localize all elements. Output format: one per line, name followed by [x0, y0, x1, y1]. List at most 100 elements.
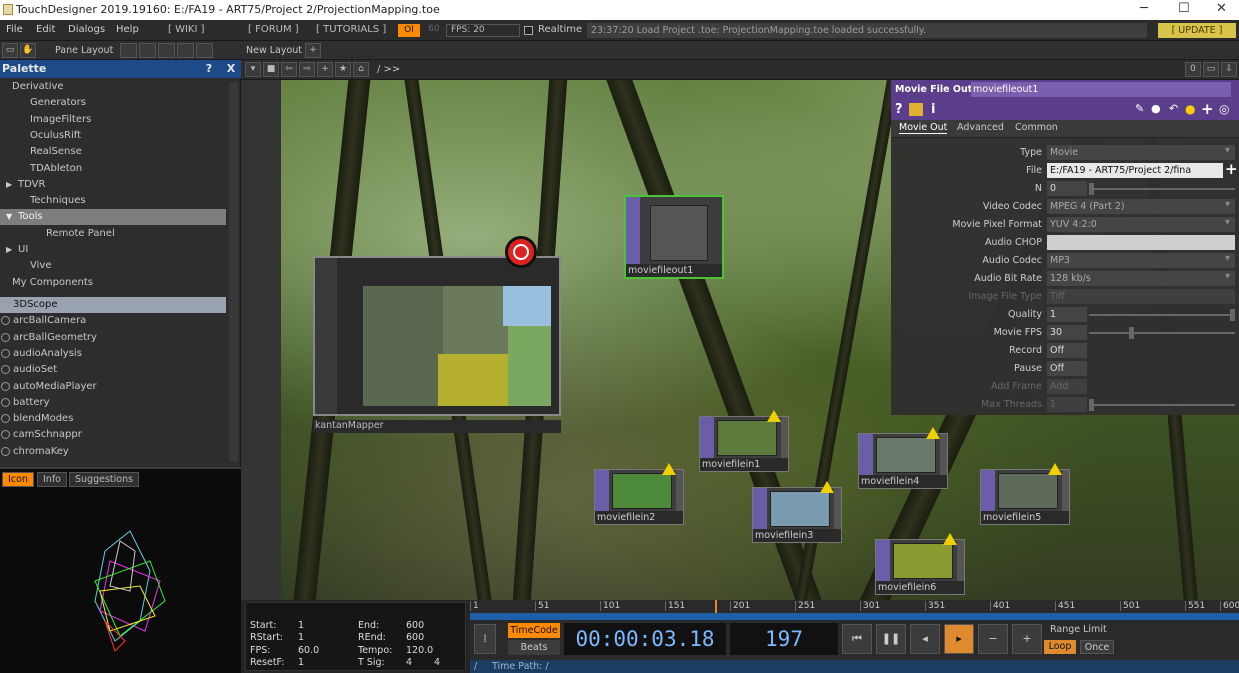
palette-component-item[interactable]: arcBallGeometry — [0, 330, 226, 346]
tab-advanced[interactable]: Advanced — [957, 122, 1004, 133]
palette-tree-item[interactable]: Remote Panel — [0, 226, 226, 242]
param-menu[interactable]: Movie — [1047, 145, 1235, 160]
rend-value[interactable]: 600 — [406, 632, 424, 643]
pane-icon[interactable]: ▭ — [2, 43, 18, 58]
resetf-value[interactable]: 1 — [298, 657, 304, 668]
menu-dialogs[interactable]: Dialogs — [68, 24, 105, 35]
close-window-icon[interactable]: ✕ — [1216, 1, 1227, 16]
param-slider[interactable] — [1089, 399, 1235, 411]
forward-icon[interactable]: ⇨ — [299, 62, 315, 77]
fps-60-button[interactable]: 60 — [424, 24, 444, 37]
time-path[interactable]: Time Path: / — [492, 660, 549, 673]
close-circle-icon[interactable] — [505, 236, 537, 268]
param-toggle[interactable]: Off — [1047, 343, 1087, 358]
layout-3-button[interactable] — [158, 43, 175, 58]
param-menu[interactable]: YUV 4:2:0 — [1047, 217, 1235, 232]
timecode-button[interactable]: TimeCode — [508, 623, 560, 638]
palette-component-item[interactable]: 3DScope — [0, 297, 226, 313]
tsig-denominator[interactable]: 4 — [434, 657, 440, 668]
param-slider[interactable] — [1089, 309, 1235, 321]
step-minus-button[interactable]: − — [978, 624, 1008, 654]
slider-handle[interactable] — [1089, 399, 1094, 411]
param-text-field[interactable] — [1047, 235, 1235, 250]
fps-value[interactable]: 60.0 — [298, 645, 319, 656]
param-op-name-field[interactable]: moviefileout1 — [971, 82, 1231, 97]
palette-tree-item[interactable]: ▼Derivative — [0, 79, 226, 95]
palette-component-item[interactable]: autoMediaPlayer — [0, 379, 226, 395]
expand-arrow-icon[interactable]: ▶ — [6, 177, 12, 193]
palette-tree-item[interactable]: Vive — [0, 258, 226, 274]
tab-suggestions[interactable]: Suggestions — [69, 472, 140, 487]
palette-close-button[interactable]: X — [222, 60, 240, 78]
menu-edit[interactable]: Edit — [36, 24, 55, 35]
window-icon[interactable]: ▭ — [1203, 62, 1219, 77]
realtime-checkbox[interactable] — [524, 26, 533, 35]
network-editor[interactable]: ▾ ■ ⇦ ⇨ + ★ ⌂ / >> 0 ▭ ⇩ kantanMapper mo… — [241, 60, 1239, 600]
palette-tree-item[interactable]: Techniques — [0, 193, 226, 209]
rstart-value[interactable]: 1 — [298, 632, 304, 643]
beats-button[interactable]: Beats — [508, 640, 560, 655]
forum-link[interactable]: [ FORUM ] — [248, 24, 299, 35]
oi-button[interactable]: OI — [398, 24, 420, 37]
moviefilein5-op[interactable]: moviefilein5 — [980, 469, 1070, 525]
expand-arrow-icon[interactable]: ▼ — [6, 209, 12, 225]
palette-component-item[interactable]: blendModes — [0, 411, 226, 427]
tab-common[interactable]: Common — [1015, 122, 1058, 133]
palette-component-item[interactable]: arcBallCamera — [0, 313, 226, 329]
network-path[interactable]: / >> — [377, 64, 400, 75]
param-menu[interactable]: MPEG 4 (Part 2) — [1047, 199, 1235, 214]
palette-tree-item[interactable]: ▶ UI — [0, 242, 226, 258]
python-icon[interactable] — [909, 103, 923, 116]
palette-tree-item[interactable]: Generators — [0, 95, 226, 111]
param-number-field[interactable]: 30 — [1047, 325, 1087, 340]
kantanmapper-op[interactable] — [313, 256, 561, 416]
layout-2-button[interactable] — [139, 43, 156, 58]
param-toggle[interactable]: Off — [1047, 361, 1087, 376]
rewind-button[interactable]: ⏮ — [842, 624, 872, 654]
palette-scrollbar[interactable] — [229, 82, 238, 462]
moviefilein6-op[interactable]: moviefilein6 — [875, 539, 965, 595]
param-slider[interactable] — [1089, 327, 1235, 339]
end-value[interactable]: 600 — [406, 620, 424, 631]
layout-5-button[interactable] — [196, 43, 213, 58]
add-param-icon[interactable]: + — [1201, 100, 1214, 118]
menu-file[interactable]: File — [6, 24, 23, 35]
timeline-toggle-button[interactable]: ⁞ — [474, 624, 496, 654]
pin-icon[interactable]: ⇩ — [1221, 62, 1237, 77]
palette-component-item[interactable]: audioAnalysis — [0, 346, 226, 362]
palette-component-item[interactable]: camSchnappr — [0, 427, 226, 443]
comment-icon[interactable]: ● — [1151, 102, 1161, 115]
palette-help-button[interactable]: ? — [200, 60, 218, 78]
slider-handle[interactable] — [1230, 309, 1235, 321]
current-frame-display[interactable]: 197 — [730, 623, 838, 655]
tab-info[interactable]: Info — [37, 472, 67, 487]
slider-handle[interactable] — [1129, 327, 1134, 339]
help-icon[interactable]: ? — [895, 102, 903, 117]
moviefilein3-op[interactable]: moviefilein3 — [752, 487, 842, 543]
hand-icon[interactable]: ✋ — [20, 43, 36, 58]
tutorials-link[interactable]: [ TUTORIALS ] — [316, 24, 386, 35]
fps-readout[interactable]: FPS: 20 — [446, 24, 520, 37]
moviefilein2-op[interactable]: moviefilein2 — [594, 469, 684, 525]
param-menu[interactable]: 128 kb/s — [1047, 271, 1235, 286]
param-menu[interactable]: MP3 — [1047, 253, 1235, 268]
browse-file-icon[interactable]: + — [1225, 160, 1238, 178]
moviefileout1-op[interactable]: moviefileout1 — [624, 195, 724, 279]
add-icon[interactable]: + — [317, 62, 333, 77]
palette-tree-item[interactable]: My Components — [0, 275, 226, 291]
moviefilein4-op[interactable]: moviefilein4 — [858, 433, 948, 489]
palette-component-item[interactable]: chromaKey — [0, 444, 226, 460]
start-value[interactable]: 1 — [298, 620, 304, 631]
palette-tree-item[interactable]: ▼ Tools — [0, 209, 226, 226]
layout-4-button[interactable] — [177, 43, 194, 58]
star-icon[interactable]: ★ — [335, 62, 351, 77]
menu-help[interactable]: Help — [116, 24, 139, 35]
palette-tree-item[interactable]: RealSense — [0, 144, 226, 160]
play-button[interactable]: ▸ — [944, 624, 974, 654]
home-icon[interactable]: ⌂ — [353, 62, 369, 77]
slider-handle[interactable] — [1089, 183, 1094, 195]
tempo-value[interactable]: 120.0 — [406, 645, 433, 656]
palette-tree-item[interactable]: ▶ TDVR — [0, 177, 226, 193]
zero-icon[interactable]: 0 — [1185, 62, 1201, 77]
playhead[interactable] — [715, 600, 717, 613]
